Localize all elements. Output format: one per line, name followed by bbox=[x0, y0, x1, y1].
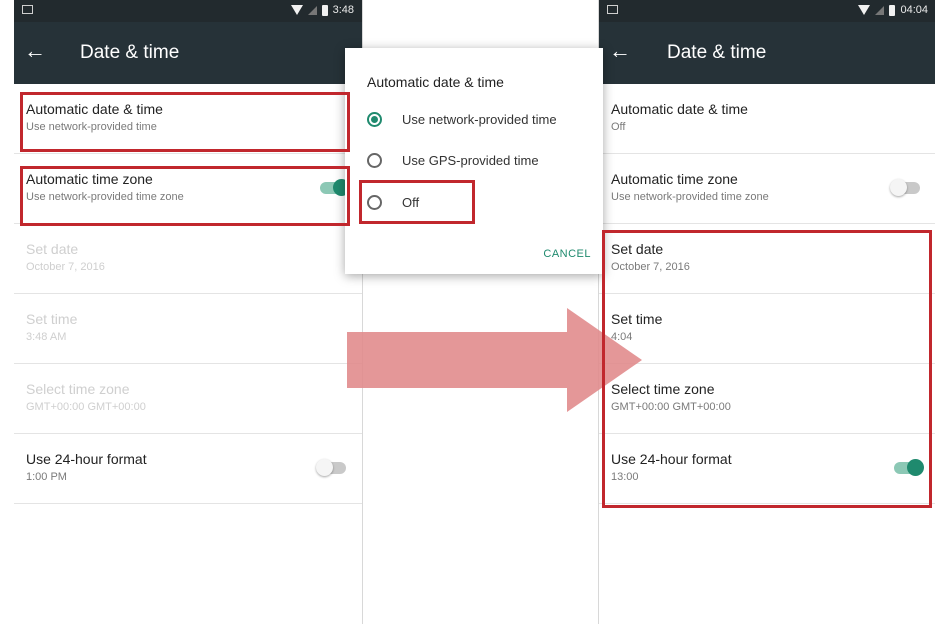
setting-title: Set date bbox=[26, 241, 79, 257]
toolbar: ← Date & time bbox=[14, 22, 362, 84]
option-network-provided-time[interactable]: Use network-provided time bbox=[367, 108, 557, 130]
setting-automatic-time-zone[interactable]: Automatic time zone Use network-provided… bbox=[599, 154, 935, 224]
option-off[interactable]: Off bbox=[367, 191, 419, 213]
setting-select-time-zone: Select time zone GMT+00:00 GMT+00:00 bbox=[14, 364, 362, 434]
setting-title: Set time bbox=[26, 311, 78, 327]
setting-subtitle: Use network-provided time zone bbox=[611, 191, 769, 203]
setting-automatic-date-time[interactable]: Automatic date & time Off bbox=[599, 84, 935, 154]
notification-icon bbox=[607, 5, 618, 14]
arrow-left-icon[interactable]: ← bbox=[24, 40, 46, 62]
wifi-icon bbox=[858, 5, 871, 15]
radio-unselected-icon[interactable] bbox=[367, 194, 382, 210]
signal-icon bbox=[307, 5, 317, 15]
setting-subtitle: October 7, 2016 bbox=[611, 261, 690, 273]
status-time: 3:48 bbox=[332, 4, 354, 16]
setting-subtitle: Use network-provided time zone bbox=[26, 191, 184, 203]
setting-subtitle: GMT+00:00 GMT+00:00 bbox=[26, 401, 146, 413]
setting-subtitle: October 7, 2016 bbox=[26, 261, 105, 273]
setting-title: Select time zone bbox=[611, 381, 715, 397]
battery-icon bbox=[321, 4, 328, 16]
setting-title: Automatic date & time bbox=[26, 101, 163, 117]
setting-title: Select time zone bbox=[26, 381, 130, 397]
setting-use-24-hour-format[interactable]: Use 24-hour format 1:00 PM bbox=[14, 434, 362, 504]
status-time: 04:04 bbox=[900, 4, 928, 16]
setting-subtitle: Off bbox=[611, 121, 626, 133]
cancel-button[interactable]: CANCEL bbox=[543, 248, 591, 260]
setting-select-time-zone[interactable]: Select time zone GMT+00:00 GMT+00:00 bbox=[599, 364, 935, 434]
automatic-time-zone-switch[interactable] bbox=[320, 179, 350, 196]
option-gps-provided-time[interactable]: Use GPS-provided time bbox=[367, 149, 539, 171]
switch-knob bbox=[907, 459, 924, 476]
right-settings-screen: 04:04 ← Date & time Automatic date & tim… bbox=[598, 0, 935, 624]
use-24-hour-format-switch[interactable] bbox=[894, 459, 924, 476]
notification-icon bbox=[22, 5, 33, 14]
dialog-title: Automatic date & time bbox=[367, 74, 504, 90]
setting-subtitle: Use network-provided time bbox=[26, 121, 157, 133]
option-label: Use network-provided time bbox=[402, 111, 557, 127]
setting-title: Automatic time zone bbox=[26, 171, 153, 187]
switch-knob bbox=[316, 459, 333, 476]
setting-subtitle: GMT+00:00 GMT+00:00 bbox=[611, 401, 731, 413]
setting-set-date: Set date October 7, 2016 bbox=[14, 224, 362, 294]
toolbar: ← Date & time bbox=[599, 22, 935, 84]
setting-subtitle: 13:00 bbox=[611, 471, 639, 483]
page-title: Date & time bbox=[80, 42, 180, 63]
setting-use-24-hour-format[interactable]: Use 24-hour format 13:00 bbox=[599, 434, 935, 504]
radio-selected-icon[interactable] bbox=[367, 111, 382, 127]
setting-subtitle: 3:48 AM bbox=[26, 331, 67, 343]
radio-unselected-icon[interactable] bbox=[367, 152, 382, 168]
battery-icon bbox=[889, 4, 896, 16]
status-bar: 04:04 bbox=[599, 0, 935, 22]
setting-subtitle: 4:04 bbox=[611, 331, 633, 343]
setting-title: Automatic time zone bbox=[611, 171, 738, 187]
automatic-date-time-dialog: Automatic date & time Use network-provid… bbox=[345, 48, 603, 274]
setting-title: Automatic date & time bbox=[611, 101, 748, 117]
option-label: Off bbox=[402, 194, 420, 210]
arrow-left-icon[interactable]: ← bbox=[609, 40, 631, 62]
setting-automatic-time-zone[interactable]: Automatic time zone Use network-provided… bbox=[14, 154, 362, 224]
option-label: Use GPS-provided time bbox=[402, 152, 539, 168]
setting-title: Use 24-hour format bbox=[611, 451, 732, 467]
setting-subtitle: 1:00 PM bbox=[26, 471, 67, 483]
use-24-hour-format-switch[interactable] bbox=[316, 459, 346, 476]
page-title: Date & time bbox=[667, 42, 767, 63]
setting-title: Set time bbox=[611, 311, 663, 327]
switch-knob bbox=[890, 179, 907, 196]
status-bar: 3:48 bbox=[14, 0, 362, 22]
setting-title: Set date bbox=[611, 241, 664, 257]
wifi-icon bbox=[290, 5, 303, 15]
setting-set-date[interactable]: Set date October 7, 2016 bbox=[599, 224, 935, 294]
automatic-time-zone-switch[interactable] bbox=[890, 179, 920, 196]
setting-automatic-date-time[interactable]: Automatic date & time Use network-provid… bbox=[14, 84, 362, 154]
signal-icon bbox=[875, 5, 885, 15]
left-settings-screen: 3:48 ← Date & time Automatic date & time… bbox=[14, 0, 363, 624]
right-arrow-icon bbox=[347, 308, 642, 412]
setting-set-time[interactable]: Set time 4:04 bbox=[599, 294, 935, 364]
setting-title: Use 24-hour format bbox=[26, 451, 147, 467]
setting-set-time: Set time 3:48 AM bbox=[14, 294, 362, 364]
